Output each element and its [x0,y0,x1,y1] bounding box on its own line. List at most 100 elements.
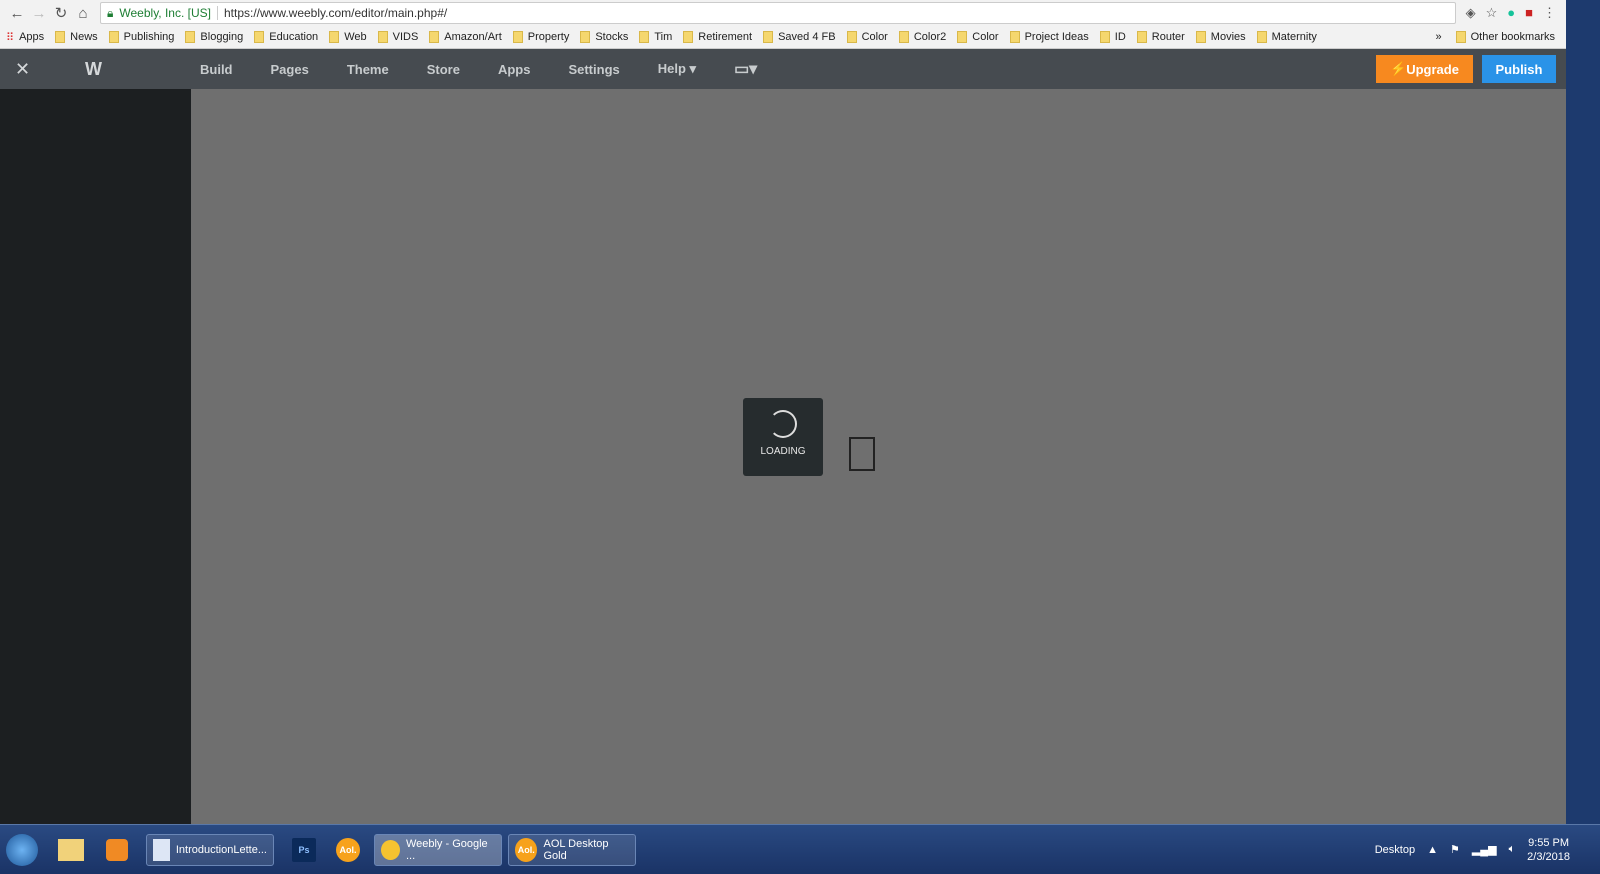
bookmarks-overflow[interactable]: » [1436,31,1442,43]
weebly-logo[interactable]: W [45,59,200,80]
menu-icon[interactable]: ⋮ [1543,5,1556,21]
nav-build[interactable]: Build [200,62,233,77]
extension-red-icon[interactable]: ■ [1525,5,1533,21]
folder-icon [957,31,968,43]
folder-icon [1256,31,1267,43]
aol-icon[interactable]: Aol. [336,837,360,862]
folder-icon [185,31,196,43]
other-bookmarks[interactable]: Other bookmarks [1455,31,1555,43]
date: 2/3/2018 [1527,850,1570,863]
loading-label: LOADING [760,446,806,457]
bookmark-label: VIDS [392,31,419,43]
explorer-icon[interactable] [58,838,84,861]
apps-grid-icon: ⠿ [6,31,15,44]
desktop-toolbar[interactable]: Desktop [1375,844,1415,856]
folder-icon [329,31,340,43]
bookmark-item[interactable]: VIDS [377,31,419,43]
flag-icon[interactable]: ⚑ [1450,843,1460,856]
bookmark-item[interactable]: Color2 [898,31,947,43]
bookmark-item[interactable]: ⠿ Apps [6,31,44,44]
folder-icon [108,31,119,43]
close-icon[interactable]: ✕ [0,59,45,80]
forward-icon[interactable]: → [28,5,50,22]
bookmark-item[interactable]: Blogging [185,31,243,43]
network-icon[interactable]: ▂▄▆ [1472,843,1497,856]
nav-theme[interactable]: Theme [347,62,389,77]
bookmark-item[interactable]: Retirement [683,31,752,43]
extension-icon[interactable]: ◈ [1466,5,1476,21]
folder-icon [55,31,66,43]
bookmark-item[interactable]: Color [957,31,999,43]
taskbar-aol[interactable]: Aol. AOL Desktop Gold [508,833,636,866]
bookmark-item[interactable]: Saved 4 FB [763,31,836,43]
bookmark-item[interactable]: Stocks [580,31,628,43]
folder-icon [763,31,774,43]
taskbar-chrome[interactable]: Weebly - Google ... [374,833,502,866]
bookmark-item[interactable]: Publishing [108,31,174,43]
taskbar-word[interactable]: IntroductionLette... [146,833,274,866]
bookmark-label: Amazon/Art [444,31,502,43]
reload-icon[interactable]: ↻ [50,4,72,22]
folder-icon [1009,31,1020,43]
bookmark-label: Color2 [913,31,947,43]
upgrade-button[interactable]: ⚡ Upgrade [1376,55,1473,83]
folder-icon [429,31,440,43]
bookmark-item[interactable]: Project Ideas [1009,31,1089,43]
site-identity[interactable]: Weebly, Inc. [US] [119,6,211,20]
media-player-icon[interactable] [106,838,128,861]
back-icon[interactable]: ← [6,5,28,22]
folder-icon [1099,31,1110,43]
device-preview-icon[interactable]: ▭▾ [734,59,757,79]
folder-icon [254,31,265,43]
address-bar-row: ← → ↻ ⌂ 🔒︎ Weebly, Inc. [US] https://www… [0,0,1566,26]
editor-sidebar [0,89,191,824]
word-icon [153,838,170,861]
bookmark-label: Education [269,31,319,43]
publish-button[interactable]: Publish [1482,55,1556,83]
upgrade-label: Upgrade [1406,61,1459,77]
nav-apps[interactable]: Apps [498,62,531,77]
home-icon[interactable]: ⌂ [72,5,94,22]
bookmark-label: Maternity [1271,31,1317,43]
help-label: Help [657,61,686,76]
nav-store[interactable]: Store [427,62,460,77]
folder-icon [580,31,591,43]
bookmark-label: Movies [1210,31,1246,43]
spinner-icon [769,410,797,438]
bookmark-item[interactable]: Maternity [1256,31,1317,43]
bookmark-item[interactable]: Education [254,31,318,43]
bookmark-item[interactable]: Amazon/Art [429,31,502,43]
grammarly-icon[interactable]: ● [1507,5,1515,21]
folder-icon [512,31,523,43]
lock-icon: 🔒︎ [107,5,114,20]
bookmark-item[interactable]: Property [512,31,569,43]
bookmark-item[interactable]: Router [1136,31,1185,43]
nav-settings[interactable]: Settings [568,62,619,77]
nav-help[interactable]: Help ▾ [658,61,696,77]
clock[interactable]: 9:55 PM 2/3/2018 [1527,836,1570,864]
folder-icon [683,31,694,43]
star-icon[interactable]: ☆ [1486,5,1498,21]
taskbar-word-label: IntroductionLette... [175,843,267,856]
folder-icon [639,31,650,43]
bookmark-item[interactable]: Tim [639,31,672,43]
nav-pages[interactable]: Pages [271,62,309,77]
bookmarks-bar: ⠿ Apps News Publishing Blogging Education Web V… [0,26,1566,49]
bookmark-label: Retirement [698,31,753,43]
bookmark-item[interactable]: Color [846,31,888,43]
volume-icon[interactable]: 🔈︎ [1509,843,1516,856]
editor-canvas: LOADING [191,89,1566,824]
show-hidden-icon[interactable]: ▲ [1427,844,1438,856]
start-button[interactable] [6,833,38,866]
bookmark-item[interactable]: ID [1099,31,1126,43]
url-input[interactable]: 🔒︎ Weebly, Inc. [US] https://www.weebly.… [100,2,1456,24]
photoshop-icon[interactable]: Ps [292,837,316,862]
bookmark-item[interactable]: Web [329,31,367,43]
broken-page-icon [849,437,875,471]
chrome-icon [381,839,400,860]
taskbar-chrome-label: Weebly - Google ... [405,837,488,862]
bookmark-item[interactable]: News [55,31,98,43]
folder-icon [846,31,857,43]
bookmark-item[interactable]: Movies [1195,31,1246,43]
aol-gold-icon: Aol. [515,837,538,862]
